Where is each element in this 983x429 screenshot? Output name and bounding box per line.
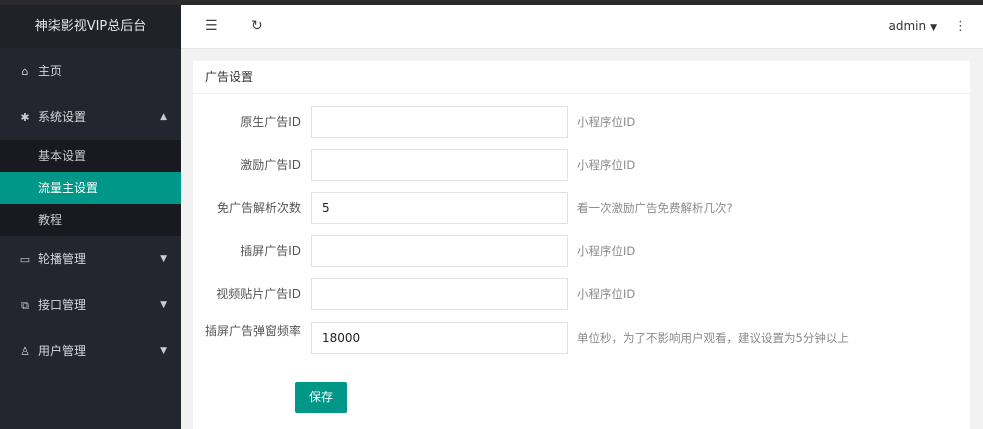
menu-collapse-icon[interactable]: ☰ (205, 5, 218, 48)
sidebar-item-carousel[interactable]: ▭ 轮播管理 ▼ (0, 236, 181, 282)
reward-ad-id-input[interactable] (311, 149, 568, 181)
sidebar-item-users[interactable]: ♙ 用户管理 ▼ (0, 328, 181, 374)
form-row: 插屏广告弹窗频率 单位秒，为了不影响用户观看，建议设置为5分钟以上 (193, 322, 970, 354)
interstitial-frequency-input[interactable] (311, 322, 568, 354)
form-row: 激励广告ID 小程序位ID (193, 149, 970, 181)
image-icon: ▭ (19, 253, 31, 266)
home-icon: ⌂ (21, 65, 29, 78)
form-row: 视频贴片广告ID 小程序位ID (193, 278, 970, 310)
field-hint: 小程序位ID (577, 287, 636, 301)
field-label: 视频贴片广告ID (216, 287, 301, 301)
form-row: 插屏广告ID 小程序位ID (193, 235, 970, 267)
sidebar: 神柒影视VIP总后台 ⌂ 主页 ✱ 系统设置 ▲ 基本设置 流量主设置 教程 ▭ 轮播… (0, 5, 181, 429)
native-ad-id-input[interactable] (311, 106, 568, 138)
free-parse-count-input[interactable] (311, 192, 568, 224)
user-menu[interactable]: admin ▼ (888, 5, 937, 48)
sidebar-subitem-traffic-settings[interactable]: 流量主设置 (0, 172, 181, 204)
field-label: 原生广告ID (240, 115, 301, 129)
field-hint: 小程序位ID (577, 158, 636, 172)
chevron-down-icon: ▼ (160, 346, 167, 356)
interstitial-ad-id-input[interactable] (311, 235, 568, 267)
field-hint: 小程序位ID (577, 244, 636, 258)
sidebar-item-label: 用户管理 (38, 344, 87, 358)
sidebar-item-label: 轮播管理 (38, 252, 87, 266)
video-patch-ad-id-input[interactable] (311, 278, 568, 310)
app-logo-title: 神柒影视VIP总后台 (0, 5, 181, 48)
sidebar-item-home[interactable]: ⌂ 主页 (0, 48, 181, 94)
sidebar-item-api[interactable]: ⧉ 接口管理 ▼ (0, 282, 181, 328)
ad-settings-card: 广告设置 原生广告ID 小程序位ID 激励广告ID 小程序位ID 免广告解析次数… (193, 61, 970, 429)
plugin-icon: ⧉ (21, 299, 29, 312)
sidebar-subitem-basic-settings[interactable]: 基本设置 (0, 140, 181, 172)
field-hint: 小程序位ID (577, 115, 636, 129)
field-hint: 看一次激励广告免费解析几次? (577, 201, 733, 215)
field-label: 插屏广告ID (240, 244, 301, 258)
save-button[interactable]: 保存 (295, 382, 347, 413)
field-label: 免广告解析次数 (216, 201, 301, 215)
refresh-icon[interactable]: ↻ (251, 5, 263, 48)
field-label: 插屏广告弹窗频率 (204, 324, 301, 338)
system-settings-submenu: 基本设置 流量主设置 教程 (0, 140, 181, 236)
sidebar-item-label: 接口管理 (38, 298, 87, 312)
more-options-icon[interactable]: ⋮ (954, 5, 967, 48)
caret-down-icon: ▼ (930, 23, 937, 33)
user-icon: ♙ (20, 345, 30, 358)
field-label: 激励广告ID (240, 158, 301, 172)
sidebar-item-label: 主页 (38, 64, 63, 78)
sidebar-item-system-settings[interactable]: ✱ 系统设置 ▲ (0, 94, 181, 140)
gear-icon: ✱ (20, 111, 30, 124)
sidebar-item-label: 系统设置 (38, 110, 87, 124)
card-title: 广告设置 (193, 61, 970, 94)
form-row: 原生广告ID 小程序位ID (193, 106, 970, 138)
form-row: 免广告解析次数 看一次激励广告免费解析几次? (193, 192, 970, 224)
sidebar-subitem-tutorial[interactable]: 教程 (0, 204, 181, 236)
top-header: ☰ ↻ admin ▼ ⋮ (181, 5, 983, 49)
username: admin (888, 19, 927, 33)
chevron-down-icon: ▼ (160, 300, 167, 310)
chevron-down-icon: ▼ (160, 254, 167, 264)
field-hint: 单位秒，为了不影响用户观看，建议设置为5分钟以上 (577, 331, 849, 345)
chevron-up-icon: ▲ (160, 112, 167, 122)
